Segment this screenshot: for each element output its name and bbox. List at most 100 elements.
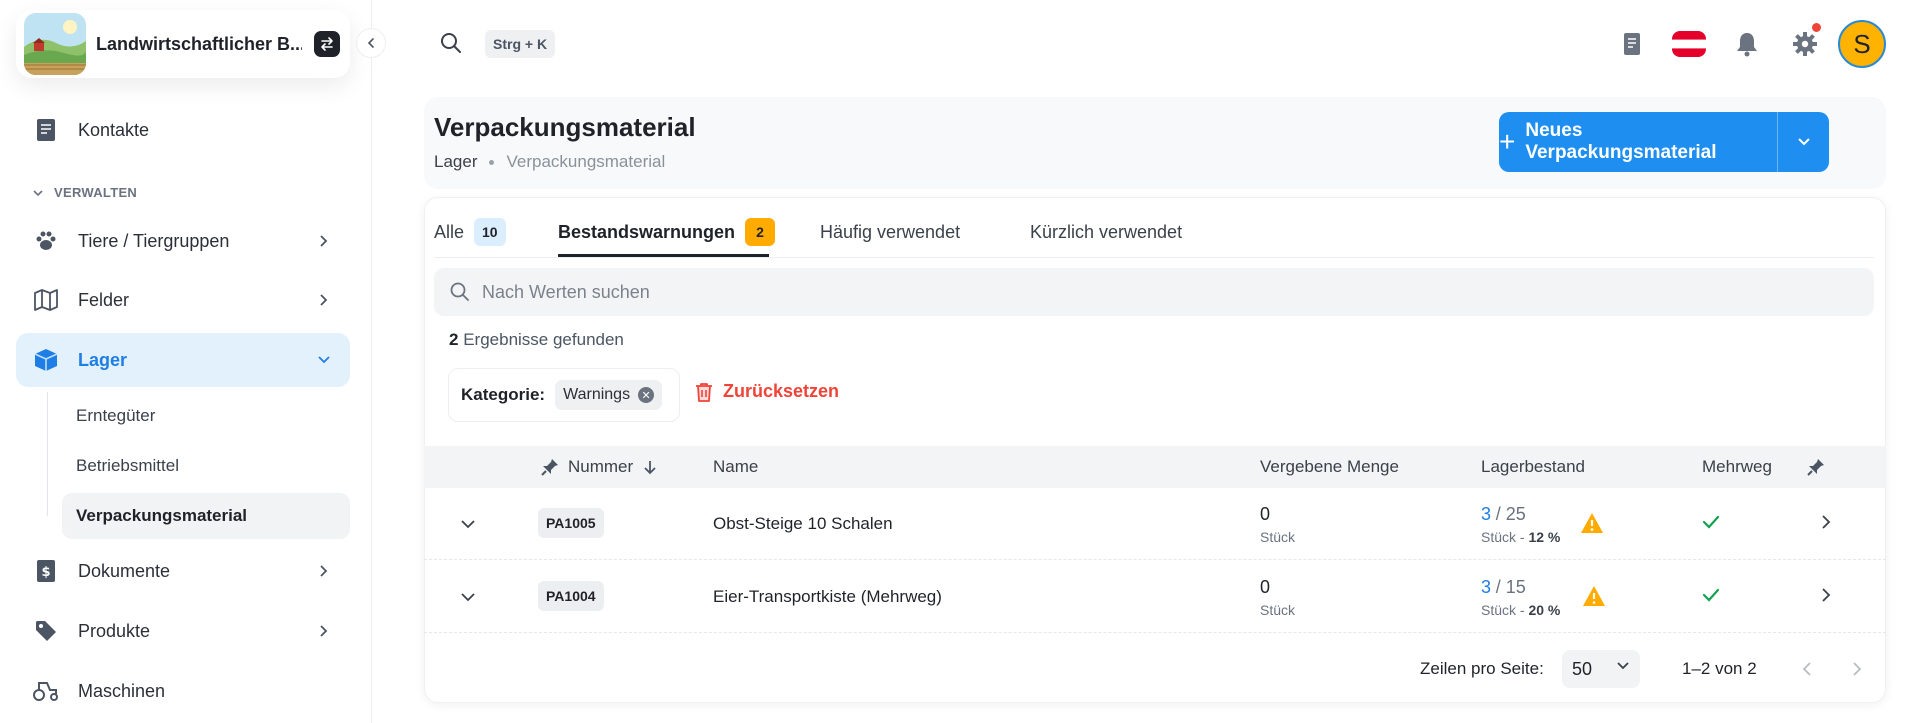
item-code-badge: PA1004: [538, 581, 604, 611]
contacts-book-icon: [32, 116, 60, 144]
chevron-down-icon: [33, 189, 43, 196]
warning-triangle-icon: [1582, 585, 1606, 612]
paw-icon: [32, 227, 60, 255]
stock-unit-percent: Stück - 12 %: [1481, 529, 1561, 545]
search-input[interactable]: [482, 281, 1482, 303]
column-header-reusable[interactable]: Mehrweg: [1702, 446, 1772, 488]
chevron-left-icon: [1802, 662, 1811, 676]
column-header-name[interactable]: Name: [713, 446, 758, 488]
sidebar-item-label: Dokumente: [78, 560, 171, 581]
tab-haeufig-verwendet[interactable]: Häufig verwendet: [820, 206, 960, 258]
app-root: Landwirtschaftlicher B... Kontakte VERWA…: [0, 0, 1906, 723]
column-header-number[interactable]: Nummer: [540, 446, 657, 488]
item-name: Eier-Transportkiste (Mehrweg): [713, 587, 942, 606]
tab-count-badge: 10: [474, 218, 506, 246]
sidebar-item-label: Maschinen: [78, 680, 166, 701]
sidebar-item-felder[interactable]: Felder: [16, 273, 350, 327]
reset-filters-button[interactable]: Zurücksetzen: [695, 381, 839, 402]
expand-row-chevron-icon[interactable]: [460, 514, 476, 534]
table-row[interactable]: PA1004 Eier-Transportkiste (Mehrweg) 0 S…: [424, 561, 1886, 633]
sidebar-item-label: Kontakte: [78, 119, 150, 140]
sidebar-subitem-ernteguter[interactable]: Erntegüter: [62, 393, 350, 439]
filter-chip: Warnings ✕: [555, 380, 663, 410]
more-options-dropdown-button[interactable]: [1777, 112, 1829, 172]
expand-row-chevron-icon[interactable]: [460, 587, 476, 607]
results-count: 2 Ergebnisse gefunden: [449, 330, 624, 350]
table-search: [434, 268, 1874, 316]
active-tab-indicator: [558, 254, 769, 257]
chevron-down-icon: [314, 350, 334, 370]
search-icon: [450, 282, 469, 301]
chevron-right-icon: [314, 290, 334, 310]
assigned-unit: Stück: [1260, 602, 1296, 618]
section-title: VERWALTEN: [54, 185, 138, 200]
rows-per-page-select[interactable]: 50: [1562, 650, 1640, 688]
reusable-check-icon: [1702, 514, 1720, 534]
search-icon[interactable]: [438, 30, 464, 56]
settings-gear-icon[interactable]: [1788, 27, 1822, 61]
stock-unit-percent: Stück - 20 %: [1481, 602, 1561, 618]
stock-value: 3 / 15: [1481, 577, 1526, 598]
assigned-quantity: 0: [1260, 504, 1271, 524]
sidebar-item-label: Lager: [78, 349, 128, 370]
section-toggle-verwalten[interactable]: VERWALTEN: [32, 185, 137, 200]
results-text: Ergebnisse gefunden: [463, 330, 624, 349]
column-header-assigned[interactable]: Vergebene Menge: [1260, 446, 1399, 488]
column-header-stock[interactable]: Lagerbestand: [1481, 446, 1585, 488]
tab-kuerzlich-verwendet[interactable]: Kürzlich verwendet: [1030, 206, 1182, 258]
sidebar-item-produkte[interactable]: Produkte: [16, 604, 350, 658]
item-code-badge: PA1005: [538, 508, 604, 538]
notifications-bell-icon[interactable]: [1730, 27, 1764, 61]
sidebar-item-tiere[interactable]: Tiere / Tiergruppen: [16, 214, 350, 268]
breadcrumb: Lager Verpackungsmaterial: [434, 152, 665, 172]
trash-icon: [696, 382, 712, 402]
sidebar-item-dokumente[interactable]: $ Dokumente: [16, 544, 350, 598]
filter-chip-label: Warnings: [563, 386, 631, 403]
results-number: 2: [449, 330, 459, 349]
pin-columns-icon[interactable]: [1806, 446, 1826, 488]
remove-filter-icon[interactable]: ✕: [638, 387, 655, 403]
sidebar-subitem-betriebsmittel[interactable]: Betriebsmittel: [62, 443, 350, 489]
brand-switcher[interactable]: Landwirtschaftlicher B...: [16, 10, 350, 78]
sidebar-subitem-verpackungsmaterial[interactable]: Verpackungsmaterial: [62, 493, 350, 539]
dollar-document-icon: $: [32, 557, 60, 585]
avatar[interactable]: S: [1838, 20, 1886, 68]
rows-per-page-value: 50: [1572, 658, 1593, 679]
stock-percent: 20 %: [1528, 602, 1561, 618]
plus-icon: +: [1499, 126, 1516, 157]
new-packaging-material-button-group: + Neues Verpackungsmaterial: [1499, 112, 1829, 172]
filter-key: Kategorie:: [461, 385, 546, 404]
assigned-unit: Stück: [1260, 529, 1296, 545]
switch-arrows-icon[interactable]: [314, 31, 340, 57]
sidebar-item-lager[interactable]: Lager: [16, 333, 350, 387]
stock-unit: Stück: [1481, 602, 1517, 618]
tab-bestandswarnungen[interactable]: Bestandswarnungen 2: [558, 206, 776, 258]
stock-current: 3: [1481, 577, 1492, 597]
documentation-book-icon[interactable]: [1615, 27, 1649, 61]
tractor-icon: [32, 677, 60, 705]
brand-name: Landwirtschaftlicher B...: [96, 33, 302, 54]
open-row-chevron-right-icon[interactable]: [1821, 514, 1831, 535]
collapse-sidebar-button[interactable]: [356, 28, 386, 58]
table-row[interactable]: PA1005 Obst-Steige 10 Schalen 0 Stück 3 …: [424, 488, 1886, 560]
sidebar-item-kontakte[interactable]: Kontakte: [16, 103, 350, 157]
open-row-chevron-right-icon[interactable]: [1821, 587, 1831, 608]
tab-alle[interactable]: Alle 10: [434, 206, 506, 258]
next-page-button[interactable]: [1843, 655, 1871, 683]
chevron-down-icon: [1797, 138, 1810, 146]
sidebar: Landwirtschaftlicher B... Kontakte VERWA…: [0, 0, 386, 723]
assigned-quantity: 0: [1260, 577, 1271, 597]
sidebar-item-maschinen[interactable]: Maschinen: [16, 664, 350, 718]
breadcrumb-link-lager[interactable]: Lager: [434, 152, 477, 172]
table-header: Nummer Name Vergebene Menge Lagerbestand…: [424, 446, 1886, 488]
chevron-right-icon: [314, 621, 334, 641]
previous-page-button[interactable]: [1793, 655, 1821, 683]
item-name: Obst-Steige 10 Schalen: [713, 514, 893, 533]
new-packaging-material-button[interactable]: + Neues Verpackungsmaterial: [1499, 112, 1777, 172]
stock-value: 3 / 25: [1481, 504, 1526, 525]
language-flag-austria-icon[interactable]: [1672, 31, 1706, 57]
stock-total: / 15: [1495, 577, 1526, 597]
sort-arrow-down-icon: [644, 461, 656, 475]
stock-current: 3: [1481, 504, 1492, 524]
chevron-right-icon: [1853, 662, 1862, 676]
